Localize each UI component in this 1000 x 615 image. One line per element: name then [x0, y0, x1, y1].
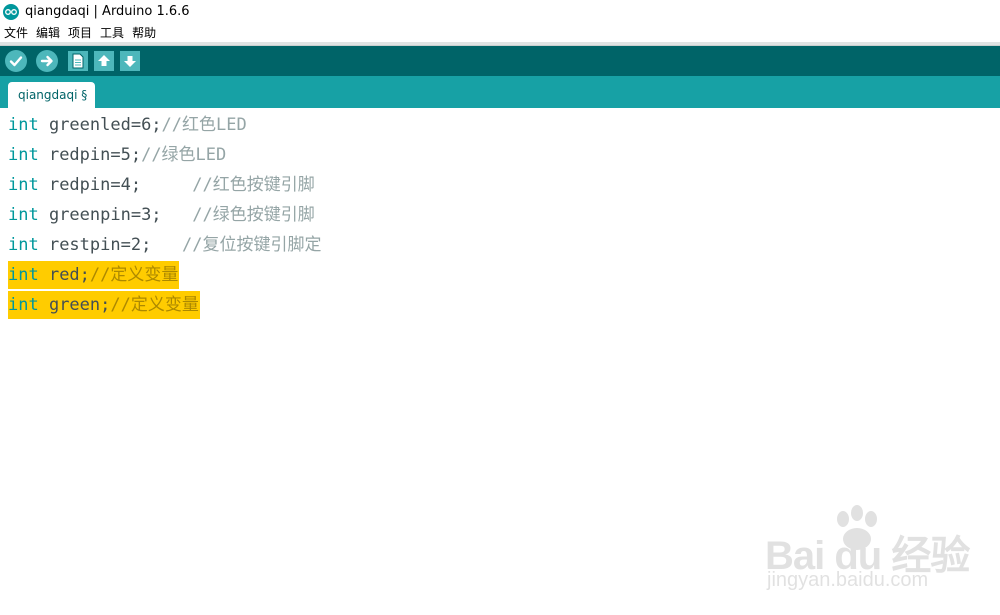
- menu-sketch[interactable]: 项目: [64, 24, 96, 41]
- upload-button[interactable]: [36, 50, 58, 72]
- tab-sketch[interactable]: qiangdaqi §: [8, 82, 96, 108]
- toolbar: [0, 46, 1000, 76]
- code-line: int redpin=4; //红色按键引脚: [8, 171, 315, 199]
- verify-icon: [9, 56, 23, 67]
- code-keyword: int: [8, 175, 39, 195]
- tab-bar: qiangdaqi §: [0, 76, 1000, 108]
- code-editor[interactable]: int greenled=6;//红色LED int redpin=5;//绿色…: [0, 108, 1000, 615]
- code-line: int redpin=5;//绿色LED: [8, 141, 226, 169]
- code-text: greenpin=3;: [38, 205, 193, 225]
- upload-icon: [40, 55, 53, 67]
- open-icon: [98, 55, 110, 66]
- open-button[interactable]: [94, 51, 114, 71]
- code-comment: //红色按键引脚: [192, 175, 315, 195]
- title-bar: qiangdaqi | Arduino 1.6.6: [0, 0, 1000, 23]
- code-text: restpin=2;: [38, 235, 183, 255]
- code-text: redpin=4;: [38, 175, 193, 195]
- code-comment: //定义变量: [89, 265, 179, 285]
- window-title: qiangdaqi | Arduino 1.6.6: [25, 4, 190, 19]
- new-button[interactable]: [68, 51, 88, 71]
- code-text: green;: [38, 295, 111, 315]
- code-text: greenled=6;: [38, 115, 162, 135]
- menu-tools[interactable]: 工具: [96, 24, 128, 41]
- code-line: int greenpin=3; //绿色按键引脚: [8, 201, 315, 229]
- tab-label: qiangdaqi §: [18, 88, 88, 102]
- code-line: int greenled=6;//红色LED: [8, 111, 247, 139]
- code-comment: //定义变量: [110, 295, 199, 315]
- menu-edit[interactable]: 编辑: [32, 24, 64, 41]
- code-text: red;: [38, 265, 90, 285]
- save-button[interactable]: [120, 51, 140, 71]
- code-keyword: int: [8, 295, 39, 315]
- code-keyword: int: [8, 235, 39, 255]
- new-icon: [72, 53, 84, 69]
- code-comment: //红色LED: [161, 115, 247, 135]
- arduino-logo-icon: [3, 3, 19, 20]
- code-comment: //绿色按键引脚: [192, 205, 315, 225]
- code-text: redpin=5;: [38, 145, 142, 165]
- code-keyword: int: [8, 115, 39, 135]
- code-keyword: int: [8, 205, 39, 225]
- code-line-selected: int red;//定义变量: [8, 261, 180, 289]
- verify-button[interactable]: [5, 50, 27, 72]
- code-line-selected: int green;//定义变量: [8, 291, 200, 319]
- code-comment: //复位按键引脚定: [182, 235, 322, 255]
- code-line: int restpin=2; //复位按键引脚定: [8, 231, 322, 259]
- code-keyword: int: [8, 265, 39, 285]
- menu-bar: 文件 编辑 项目 工具 帮助: [0, 23, 1000, 42]
- menu-help[interactable]: 帮助: [128, 24, 160, 41]
- save-icon: [124, 56, 136, 67]
- menu-file[interactable]: 文件: [0, 24, 32, 41]
- code-comment: //绿色LED: [141, 145, 227, 165]
- code-keyword: int: [8, 145, 39, 165]
